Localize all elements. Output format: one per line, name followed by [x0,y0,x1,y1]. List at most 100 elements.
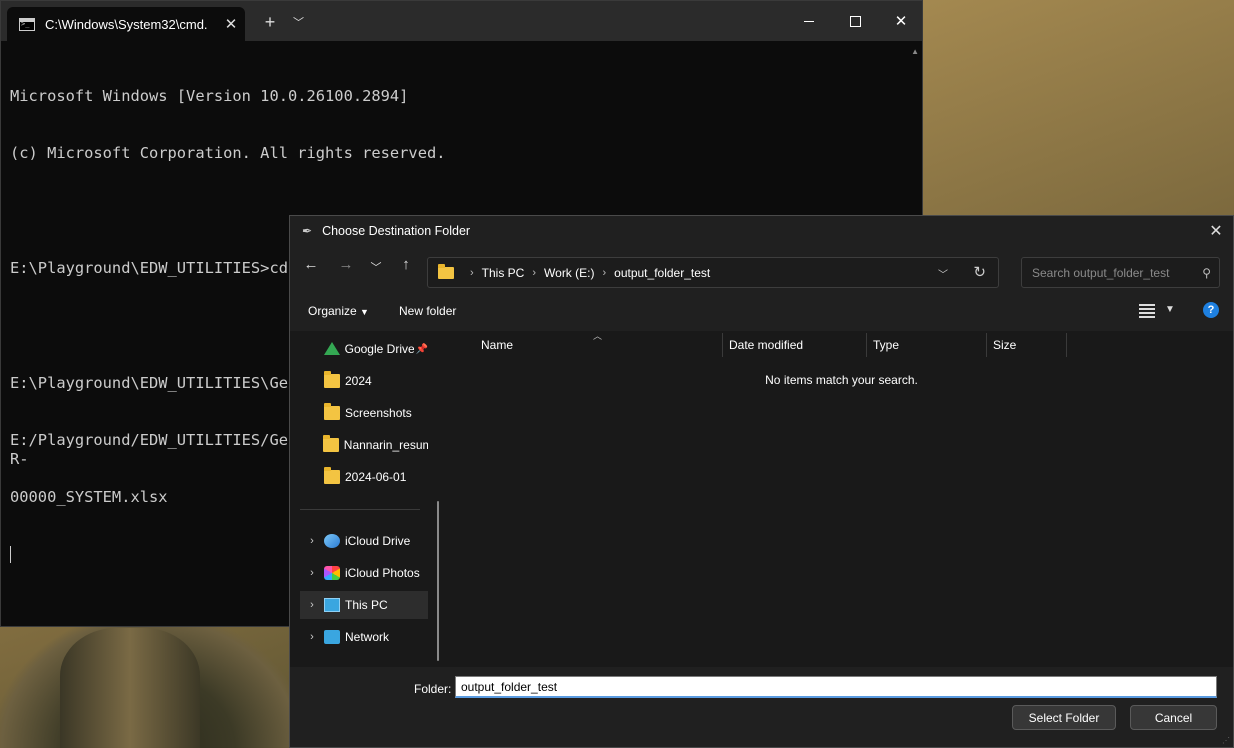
scroll-up-icon[interactable]: ▲ [911,47,919,56]
dialog-close-button[interactable]: ✕ [1205,220,1227,242]
sidebar-item-label: iCloud Photos [345,566,420,580]
cmd-tab-title: C:\Windows\System32\cmd. [45,16,208,32]
cmd-line: (c) Microsoft Corporation. All rights re… [10,144,446,163]
column-separator[interactable] [1066,333,1067,357]
sidebar-item-network[interactable]: › Network [300,623,428,651]
sidebar-item-label: Nannarin_resum [343,438,428,452]
google-drive-icon [323,342,340,356]
command-bar: Organize ▼ New folder ▼ ? [290,288,1233,330]
breadcrumb-separator-icon: › [602,266,607,279]
close-button[interactable]: ✕ [878,1,924,41]
folder-icon [438,263,454,279]
chevron-down-icon: ▼ [360,307,369,317]
expand-chevron-icon[interactable]: › [300,567,324,579]
choose-folder-dialog: ✒ Choose Destination Folder ✕ ← → ﹀ ↑ › … [289,215,1234,748]
folder-icon [324,467,340,484]
column-separator[interactable] [722,333,723,357]
breadcrumb-current-folder[interactable]: output_folder_test [614,266,710,280]
search-input[interactable] [1030,264,1199,281]
address-bar[interactable]: › This PC › Work (E:) › output_folder_te… [427,257,999,288]
maximize-button[interactable] [832,1,878,41]
network-icon [324,630,340,644]
cmd-line: Microsoft Windows [Version 10.0.26100.28… [10,87,409,106]
minimize-button[interactable] [786,1,832,41]
expand-chevron-icon[interactable]: › [300,631,324,643]
maximize-icon [849,15,861,27]
organize-button[interactable]: Organize ▼ [308,304,369,318]
sidebar-item-google-drive[interactable]: Google Drive 📌 [300,335,428,363]
recent-locations-chevron-icon[interactable]: ﹀ [366,259,386,275]
address-dropdown-icon[interactable]: ﹀ [938,266,948,281]
sidebar-item-nannarin-resume[interactable]: Nannarin_resum [300,431,428,459]
column-separator[interactable] [986,333,987,357]
sidebar-item-screenshots[interactable]: Screenshots [300,399,428,427]
cmd-titlebar: C:\Windows\System32\cmd. ✕ + ﹀ ✕ [1,1,922,41]
folder-label: Folder: [414,682,452,696]
icloud-photos-icon [324,566,340,580]
folder-icon [324,403,340,420]
select-folder-button[interactable]: Select Folder [1012,705,1116,730]
up-arrow-icon[interactable]: ↑ [396,256,416,273]
feather-icon: ✒ [302,224,313,238]
cmd-tab[interactable]: C:\Windows\System32\cmd. ✕ [7,7,245,41]
new-tab-button[interactable]: + [260,12,280,33]
pin-icon: 📌 [415,343,428,355]
organize-label: Organize [308,304,357,318]
sidebar-item-icloud-photos[interactable]: › iCloud Photos [300,559,428,587]
column-header-size[interactable]: Size [993,338,1016,352]
breadcrumb-separator-icon: › [470,266,474,279]
sidebar-item-label: Network [345,630,390,644]
cancel-button[interactable]: Cancel [1130,705,1217,730]
expand-chevron-icon[interactable]: › [300,535,324,547]
breadcrumb-work-drive[interactable]: Work (E:) [544,266,594,280]
forward-arrow-icon[interactable]: → [336,256,356,273]
empty-message: No items match your search. [765,373,918,387]
navigation-bar: ← → ﹀ ↑ › This PC › Work (E:) › output_f… [290,246,1233,288]
sidebar-item-label: 2024 [345,374,372,388]
sidebar-item-this-pc[interactable]: › This PC [300,591,428,619]
column-separator[interactable] [866,333,867,357]
sidebar-scrollbar[interactable] [437,501,439,661]
text-cursor [10,546,11,564]
sidebar-item-label: 2024-06-01 [345,470,407,484]
column-header-name[interactable]: Name [481,338,513,352]
folder-name-input[interactable] [455,676,1217,698]
sidebar-item-label: Screenshots [345,406,412,420]
folder-icon [322,435,339,452]
this-pc-icon [324,598,340,612]
sort-ascending-icon: ︿ [593,331,603,341]
new-folder-button[interactable]: New folder [399,304,456,318]
sidebar-item-2024-06-01[interactable]: 2024-06-01 [300,463,428,491]
breadcrumb-separator-icon: › [532,266,537,279]
help-icon[interactable]: ? [1203,302,1219,318]
tab-close-icon[interactable]: ✕ [217,15,245,33]
sidebar-item-icloud-drive[interactable]: › iCloud Drive [300,527,428,555]
dialog-titlebar: ✒ Choose Destination Folder ✕ [290,216,1233,246]
back-arrow-icon[interactable]: ← [301,256,321,273]
breadcrumb-this-pc[interactable]: This PC [482,266,525,280]
resize-grip-icon[interactable]: ⋰ [1222,736,1230,745]
column-header-type[interactable]: Type [873,338,899,352]
sidebar-item-label: Google Drive [344,342,414,356]
folder-icon [324,371,340,388]
icloud-drive-icon [324,534,340,548]
expand-chevron-icon[interactable]: › [300,599,324,611]
terminal-icon [19,17,35,31]
column-header-date-modified[interactable]: Date modified [729,338,803,352]
chevron-down-icon[interactable]: ﹀ [293,14,304,30]
dialog-title: Choose Destination Folder [322,224,471,238]
sidebar-item-label: This PC [345,598,388,612]
sidebar-divider [300,509,420,510]
navigation-pane: Google Drive 📌 2024 Screenshots Nannarin… [290,331,440,667]
sidebar-item-label: iCloud Drive [345,534,411,548]
sidebar-item-2024[interactable]: 2024 [300,367,428,395]
view-dropdown-icon[interactable]: ▼ [1165,304,1175,315]
dialog-footer: Folder: Select Folder Cancel ⋰ [290,667,1233,747]
search-box[interactable]: ⚲ [1021,257,1220,288]
search-icon[interactable]: ⚲ [1202,266,1211,280]
refresh-icon[interactable]: ↻ [973,263,986,281]
view-options-icon[interactable] [1139,304,1155,318]
minimize-icon [804,20,814,22]
file-list: ︿ Name Date modified Type Size No items … [450,331,1233,667]
wallpaper-rock [60,628,200,748]
